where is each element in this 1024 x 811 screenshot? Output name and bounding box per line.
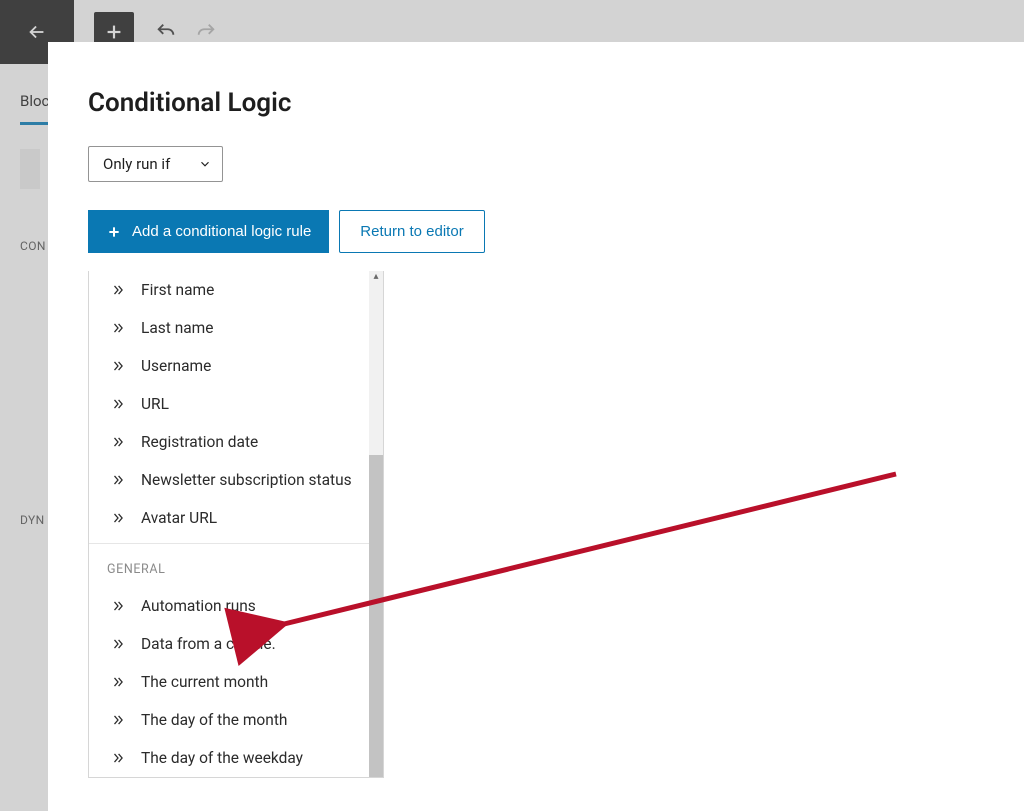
dropdown-item-label: First name — [141, 281, 214, 299]
dropdown-item[interactable]: Last name — [89, 309, 383, 347]
double-chevron-icon — [109, 321, 127, 335]
plus-icon — [106, 224, 122, 240]
double-chevron-icon — [109, 283, 127, 297]
dropdown-item[interactable]: Avatar URL — [89, 499, 383, 537]
dropdown-item-label: The day of the month — [141, 711, 287, 729]
dropdown-item[interactable]: Username — [89, 347, 383, 385]
dropdown-item-label: The day of the weekday — [141, 749, 303, 767]
conditional-logic-modal: Conditional Logic Only run if Add a cond… — [48, 42, 1024, 811]
dropdown-item-label: Username — [141, 357, 211, 375]
dropdown-item-label: URL — [141, 395, 169, 413]
field-picker-dropdown: First name Last name Username URL — [88, 271, 384, 778]
double-chevron-icon — [109, 511, 127, 525]
dropdown-item[interactable]: The day of the weekday — [89, 739, 383, 777]
double-chevron-icon — [109, 473, 127, 487]
double-chevron-icon — [109, 751, 127, 765]
dropdown-item-label: The current month — [141, 673, 268, 691]
double-chevron-icon — [109, 397, 127, 411]
modal-buttons-row: Add a conditional logic rule Return to e… — [88, 210, 976, 253]
dropdown-item-label: Avatar URL — [141, 509, 217, 527]
dropdown-item-label: Newsletter subscription status — [141, 471, 352, 489]
return-to-editor-button[interactable]: Return to editor — [339, 210, 484, 253]
dropdown-item[interactable]: URL — [89, 385, 383, 423]
double-chevron-icon — [109, 675, 127, 689]
dropdown-item-label: Last name — [141, 319, 214, 337]
dropdown-item[interactable]: First name — [89, 271, 383, 309]
double-chevron-icon — [109, 435, 127, 449]
dropdown-group-general: GENERAL — [89, 544, 383, 587]
dropdown-item[interactable]: Data from a cookie. — [89, 625, 383, 663]
dropdown-item-label: Registration date — [141, 433, 258, 451]
run-mode-select[interactable]: Only run if — [88, 146, 223, 182]
run-mode-value: Only run if — [103, 155, 170, 173]
dropdown-scrollbar-track[interactable]: ▴ — [369, 271, 383, 777]
dropdown-item[interactable]: The current month — [89, 663, 383, 701]
double-chevron-icon — [109, 599, 127, 613]
modal-title: Conditional Logic — [88, 88, 976, 118]
dropdown-item[interactable]: Newsletter subscription status — [89, 461, 383, 499]
dropdown-item-label: Automation runs — [141, 597, 256, 615]
dropdown-item[interactable]: Registration date — [89, 423, 383, 461]
dropdown-item-label: Data from a cookie. — [141, 635, 276, 653]
double-chevron-icon — [109, 359, 127, 373]
dropdown-scrollbar-thumb[interactable] — [369, 455, 383, 777]
scrollbar-up-arrow-icon[interactable]: ▴ — [371, 272, 381, 282]
add-rule-button[interactable]: Add a conditional logic rule — [88, 210, 329, 253]
dropdown-item-automation-runs[interactable]: Automation runs — [89, 587, 383, 625]
chevron-down-icon — [198, 157, 212, 171]
return-label: Return to editor — [360, 223, 463, 240]
double-chevron-icon — [109, 713, 127, 727]
dropdown-item[interactable]: The day of the month — [89, 701, 383, 739]
double-chevron-icon — [109, 637, 127, 651]
add-rule-label: Add a conditional logic rule — [132, 223, 311, 240]
